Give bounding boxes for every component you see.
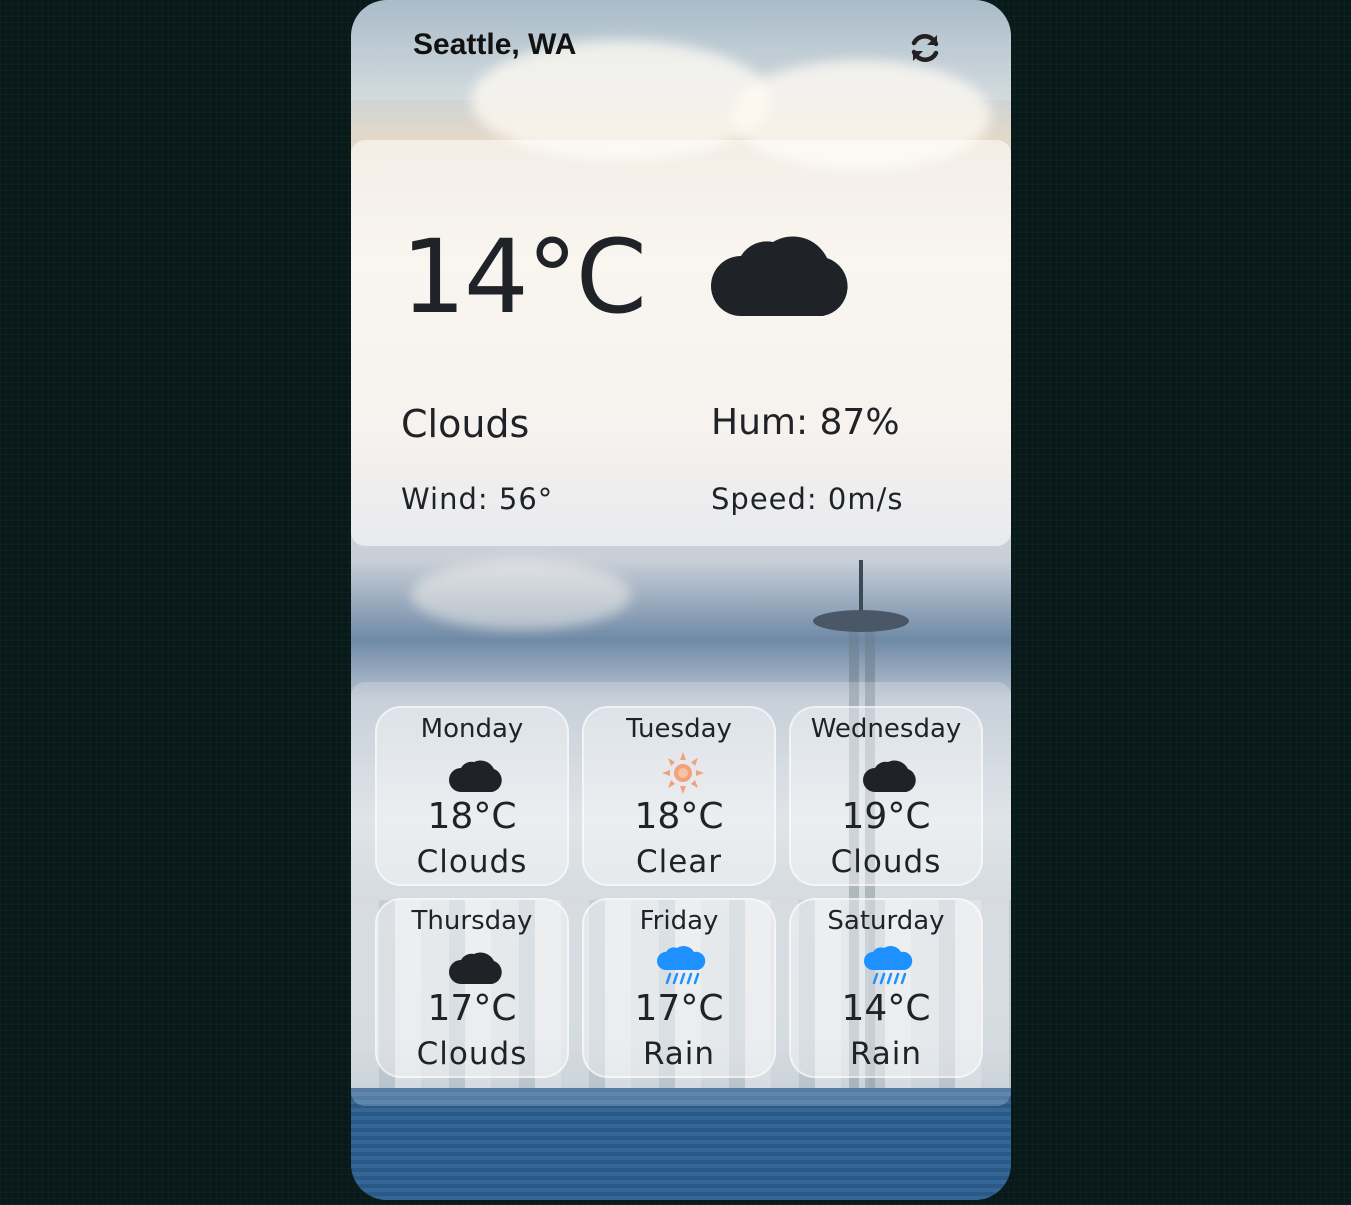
cloud-icon — [863, 760, 916, 792]
forecast-description: Rain — [642, 1036, 716, 1072]
forecast-day-card[interactable]: Wednesday 19°C Clouds — [789, 706, 983, 886]
forecast-day-name: Friday — [639, 906, 719, 936]
wind-direction: Wind: 56° — [401, 482, 554, 516]
weather-app: Seattle, WA 14°C Clouds Hum: 87% Wind: 5… — [351, 0, 1011, 1200]
forecast-day-card[interactable]: Monday 18°C Clouds — [375, 706, 569, 886]
forecast-day-name: Wednesday — [810, 714, 962, 744]
forecast-temperature: 17°C — [634, 988, 724, 1029]
rain-icon — [657, 946, 706, 985]
cloud-icon — [449, 952, 502, 984]
refresh-button[interactable] — [907, 30, 943, 66]
forecast-description: Clouds — [416, 844, 528, 880]
refresh-icon — [911, 34, 939, 62]
sun-icon — [662, 752, 704, 794]
forecast-description: Clouds — [416, 1036, 528, 1072]
wind-speed: Speed: 0m/s — [711, 482, 904, 516]
forecast-temperature: 19°C — [841, 796, 931, 837]
forecast-day-name: Monday — [420, 714, 524, 744]
background-cloud — [411, 560, 631, 630]
forecast-temperature: 14°C — [841, 988, 931, 1029]
rain-icon — [864, 946, 913, 985]
cloud-icon — [449, 760, 502, 792]
forecast-description: Rain — [849, 1036, 923, 1072]
location-title: Seattle, WA — [413, 28, 577, 61]
forecast-day-name: Tuesday — [626, 714, 732, 744]
forecast-day-name: Thursday — [411, 906, 533, 936]
forecast-day-name: Saturday — [827, 906, 945, 936]
humidity-value: Hum: 87% — [711, 402, 900, 443]
forecast-description: Clouds — [830, 844, 942, 880]
forecast-day-card[interactable]: Tuesday 18°C Clear — [582, 706, 776, 886]
header-bar: Seattle, WA — [351, 0, 1011, 100]
forecast-day-card[interactable]: Friday 17°C Rain — [582, 898, 776, 1078]
current-weather-card: 14°C Clouds Hum: 87% Wind: 56° Speed: 0m… — [351, 140, 1011, 546]
forecast-panel: Monday 18°C Clouds Tuesday 18°C Clear We… — [351, 682, 1011, 1106]
current-description: Clouds — [401, 402, 530, 446]
space-needle-top — [813, 610, 909, 632]
forecast-description: Clear — [635, 844, 723, 880]
forecast-day-card[interactable]: Saturday 14°C Rain — [789, 898, 983, 1078]
forecast-temperature: 18°C — [634, 796, 724, 837]
forecast-temperature: 18°C — [427, 796, 517, 837]
forecast-temperature: 17°C — [427, 988, 517, 1029]
cloud-icon — [711, 236, 848, 316]
forecast-day-card[interactable]: Thursday 17°C Clouds — [375, 898, 569, 1078]
current-temperature: 14°C — [401, 218, 647, 337]
